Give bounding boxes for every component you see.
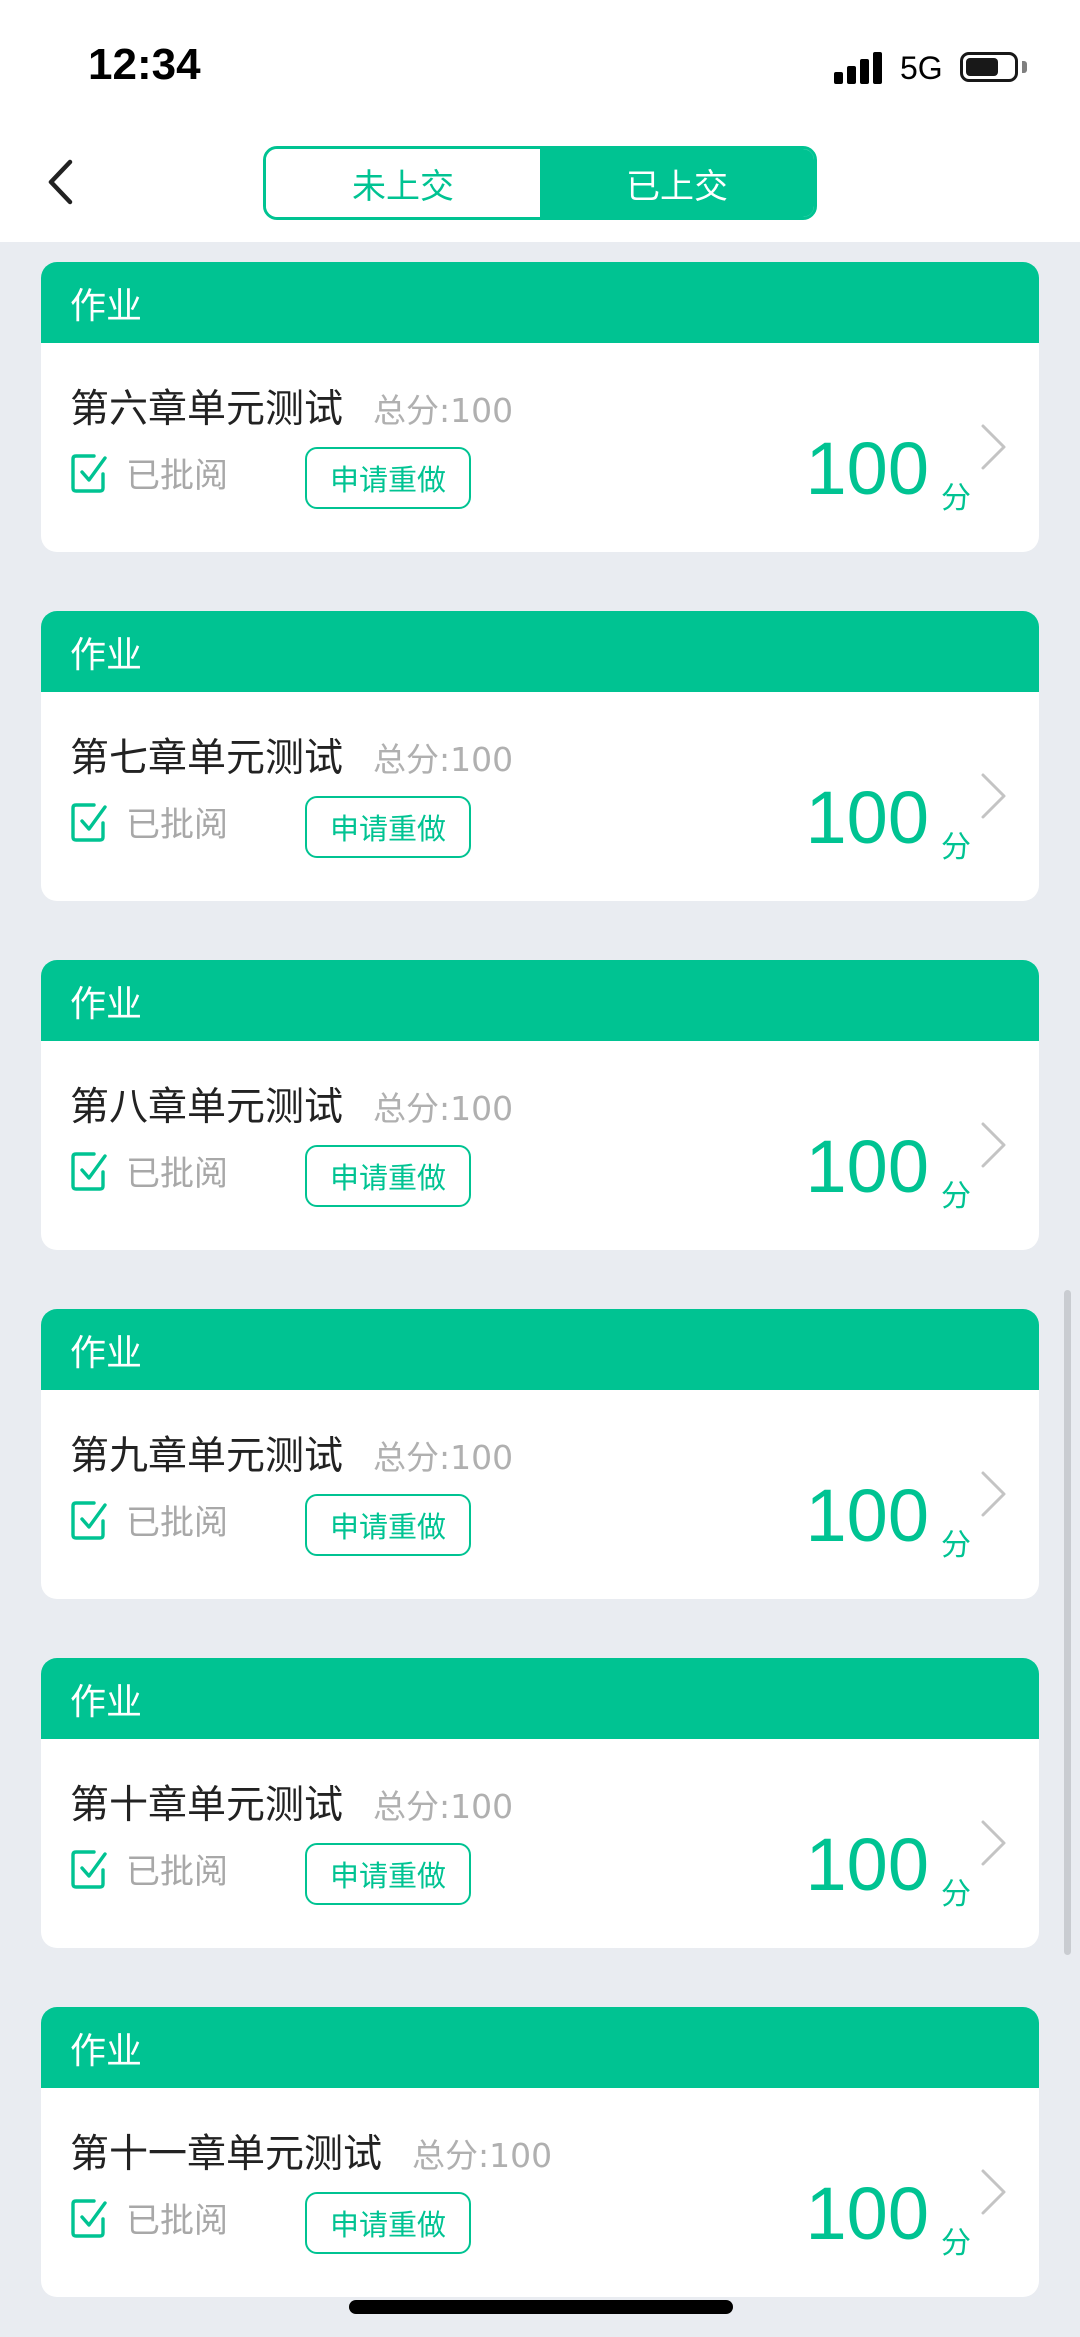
assignment-card[interactable]: 作业 第十章单元测试 总分:100 已批阅 申请重做 100 分 <box>41 1658 1039 1948</box>
score-value: 100 <box>805 1125 929 1208</box>
chevron-right-icon[interactable] <box>977 769 1011 823</box>
checked-doc-icon <box>71 1849 107 1889</box>
review-status-label: 已批阅 <box>126 805 228 845</box>
assignment-title: 第九章单元测试 <box>70 1434 344 1479</box>
chevron-right-icon[interactable] <box>977 1118 1011 1172</box>
request-redo-button[interactable]: 申请重做 <box>305 796 471 858</box>
network-label: 5G <box>900 50 943 86</box>
card-type-header: 作业 <box>41 1309 1039 1390</box>
request-redo-button[interactable]: 申请重做 <box>305 1843 471 1905</box>
status-bar: 12:34 5G <box>0 0 1080 130</box>
total-score-label: 总分:100 <box>373 391 514 430</box>
assignment-title: 第十章单元测试 <box>70 1783 344 1828</box>
tab-submitted[interactable]: 已上交 <box>540 149 814 217</box>
score-unit: 分 <box>941 1179 971 1214</box>
total-score-label: 总分:100 <box>373 740 514 779</box>
checked-doc-icon <box>71 1500 107 1540</box>
review-status-label: 已批阅 <box>126 456 228 496</box>
total-score-label: 总分:100 <box>373 1438 514 1477</box>
signal-icon <box>834 50 886 84</box>
score-value: 100 <box>805 1474 929 1557</box>
review-status-label: 已批阅 <box>126 1852 228 1892</box>
score-unit: 分 <box>941 2226 971 2261</box>
request-redo-button[interactable]: 申请重做 <box>305 1145 471 1207</box>
assignment-card[interactable]: 作业 第九章单元测试 总分:100 已批阅 申请重做 100 分 <box>41 1309 1039 1599</box>
score-unit: 分 <box>941 481 971 516</box>
battery-tip <box>1022 61 1027 73</box>
nav-bar: 未上交 已上交 <box>0 130 1080 242</box>
card-type-label: 作业 <box>70 2030 143 2072</box>
score-value: 100 <box>805 427 929 510</box>
card-type-label: 作业 <box>70 634 143 676</box>
score-value: 100 <box>805 2172 929 2255</box>
review-status: 已批阅 <box>70 2193 228 2242</box>
review-status: 已批阅 <box>70 1146 228 1195</box>
card-type-header: 作业 <box>41 611 1039 692</box>
assignment-card[interactable]: 作业 第六章单元测试 总分:100 已批阅 申请重做 100 分 <box>41 262 1039 552</box>
submission-tabs: 未上交 已上交 <box>263 146 817 220</box>
assignment-card[interactable]: 作业 第十一章单元测试 总分:100 已批阅 申请重做 100 分 <box>41 2007 1039 2297</box>
assignment-card[interactable]: 作业 第七章单元测试 总分:100 已批阅 申请重做 100 分 <box>41 611 1039 901</box>
card-type-label: 作业 <box>70 983 143 1025</box>
assignment-title: 第八章单元测试 <box>70 1085 344 1130</box>
checked-doc-icon <box>71 2198 107 2238</box>
review-status: 已批阅 <box>70 1495 228 1544</box>
chevron-right-icon[interactable] <box>977 1816 1011 1870</box>
card-type-label: 作业 <box>70 1332 143 1374</box>
review-status: 已批阅 <box>70 448 228 497</box>
chevron-right-icon[interactable] <box>977 1467 1011 1521</box>
status-time: 12:34 <box>88 40 201 89</box>
assignment-title: 第七章单元测试 <box>70 736 344 781</box>
request-redo-button[interactable]: 申请重做 <box>305 1494 471 1556</box>
assignment-list: 作业 第六章单元测试 总分:100 已批阅 申请重做 100 分 作业 第七章单… <box>41 262 1039 2337</box>
checked-doc-icon <box>71 453 107 493</box>
score-unit: 分 <box>941 1877 971 1912</box>
assignment-title: 第十一章单元测试 <box>70 2132 383 2177</box>
review-status: 已批阅 <box>70 797 228 846</box>
total-score-label: 总分:100 <box>373 1787 514 1826</box>
checked-doc-icon <box>71 1151 107 1191</box>
battery-icon <box>960 52 1018 82</box>
assignment-card[interactable]: 作业 第八章单元测试 总分:100 已批阅 申请重做 100 分 <box>41 960 1039 1250</box>
score-unit: 分 <box>941 1528 971 1563</box>
review-status: 已批阅 <box>70 1844 228 1893</box>
card-type-header: 作业 <box>41 1658 1039 1739</box>
scrollbar[interactable] <box>1064 1290 1071 1955</box>
review-status-label: 已批阅 <box>126 1154 228 1194</box>
score-value: 100 <box>805 1823 929 1906</box>
assignment-title: 第六章单元测试 <box>70 387 344 432</box>
home-indicator[interactable] <box>349 2300 733 2314</box>
chevron-right-icon[interactable] <box>977 420 1011 474</box>
total-score-label: 总分:100 <box>373 1089 514 1128</box>
back-button[interactable] <box>38 152 88 212</box>
checked-doc-icon <box>71 802 107 842</box>
chevron-left-icon <box>48 159 73 205</box>
card-type-label: 作业 <box>70 1681 143 1723</box>
card-type-header: 作业 <box>41 960 1039 1041</box>
card-type-header: 作业 <box>41 2007 1039 2088</box>
review-status-label: 已批阅 <box>126 2201 228 2241</box>
request-redo-button[interactable]: 申请重做 <box>305 2192 471 2254</box>
score-unit: 分 <box>941 830 971 865</box>
score-value: 100 <box>805 776 929 859</box>
review-status-label: 已批阅 <box>126 1503 228 1543</box>
total-score-label: 总分:100 <box>412 2136 553 2175</box>
card-type-header: 作业 <box>41 262 1039 343</box>
chevron-right-icon[interactable] <box>977 2165 1011 2219</box>
tab-not-submitted[interactable]: 未上交 <box>266 149 540 217</box>
card-type-label: 作业 <box>70 285 143 327</box>
request-redo-button[interactable]: 申请重做 <box>305 447 471 509</box>
